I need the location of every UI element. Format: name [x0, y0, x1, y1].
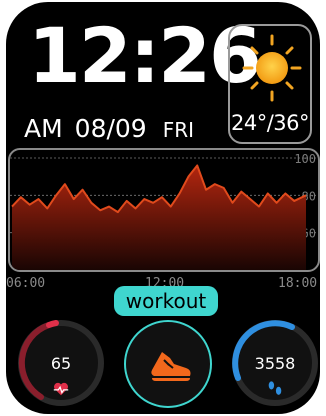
steps-gauge[interactable]: 3558 — [230, 318, 320, 408]
workout-button[interactable] — [124, 320, 212, 408]
footsteps-icon — [268, 381, 282, 395]
chart-area — [12, 165, 306, 270]
x-tick-label: 06:00 — [6, 276, 46, 291]
heart-icon — [53, 382, 69, 396]
workout-label[interactable]: workout — [114, 286, 218, 316]
heart-rate-chart[interactable]: 100 80 60 — [8, 148, 320, 272]
am-pm-indicator: AM — [24, 114, 63, 143]
watch-face: 12:26 AM 08/09 FRI 24°/36° 100 80 60 06:… — [6, 2, 320, 414]
chart-plot: 1008060 — [10, 152, 318, 270]
temperature-range: 24°/36° — [230, 111, 310, 135]
x-tick-label: 18:00 — [278, 276, 318, 291]
sun-icon — [242, 34, 302, 102]
weather-widget[interactable]: 24°/36° — [228, 24, 312, 144]
clock-time: 12:26 — [28, 11, 262, 100]
y-tick-label: 100 — [294, 152, 316, 166]
heart-rate-value: 65 — [50, 354, 72, 373]
date-row: AM 08/09 FRI — [24, 114, 194, 143]
steps-value: 3558 — [254, 354, 296, 373]
shoe-icon — [151, 352, 191, 381]
date-text: 08/09 — [74, 114, 147, 143]
weekday-text: FRI — [162, 118, 195, 142]
heart-rate-gauge[interactable]: 65 — [16, 318, 106, 408]
